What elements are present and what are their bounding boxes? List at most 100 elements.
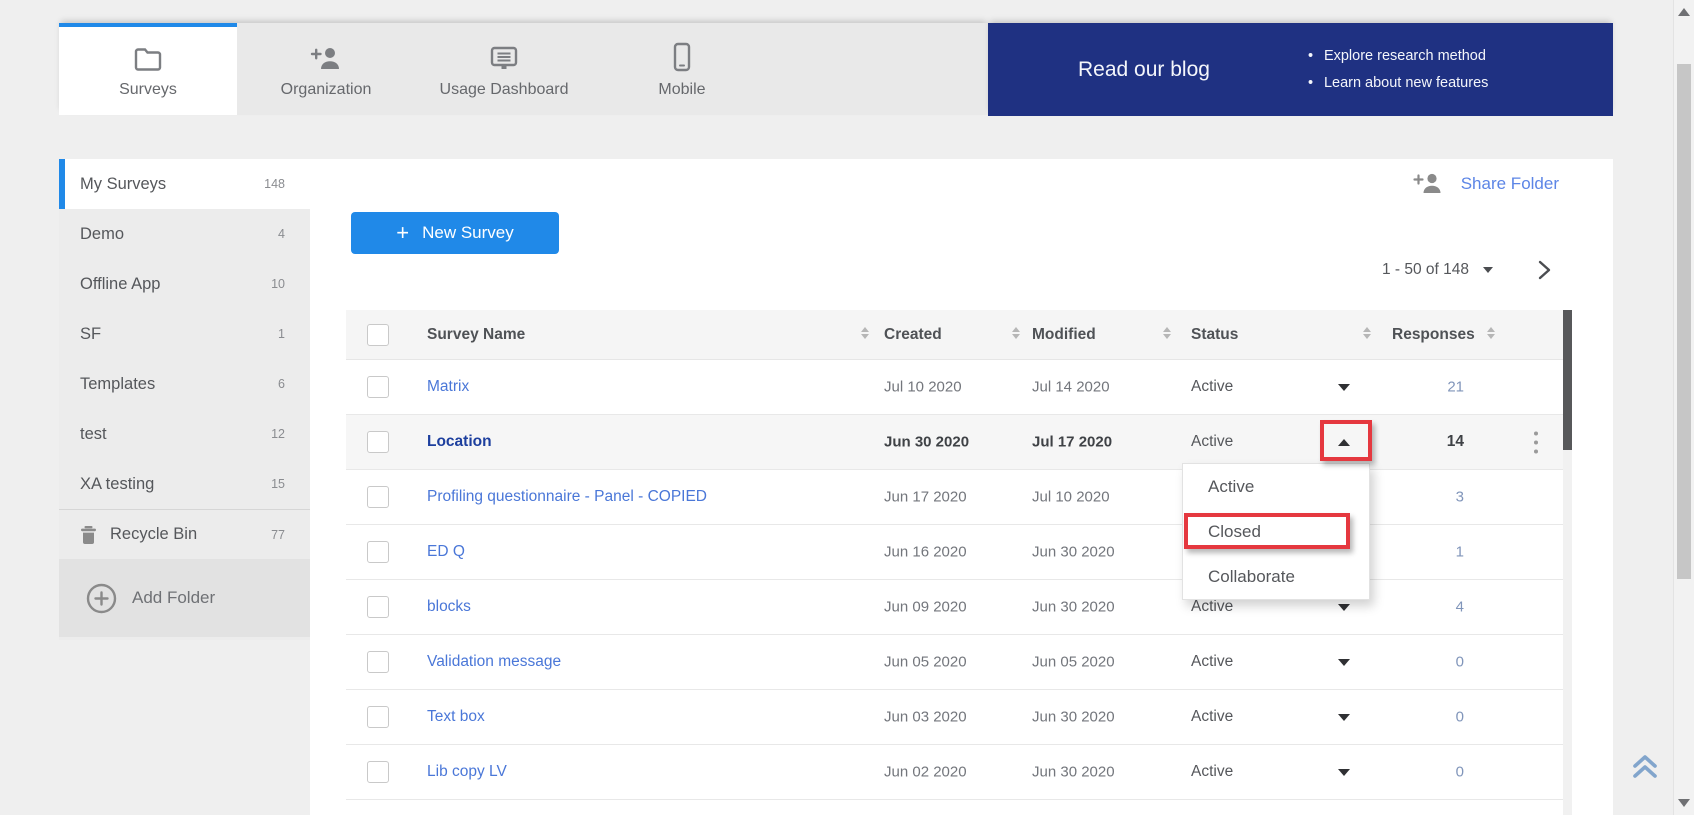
row-menu-icon[interactable] (1534, 429, 1538, 456)
pagination-caret-icon[interactable] (1483, 267, 1493, 273)
tab-mobile[interactable]: Mobile (593, 23, 771, 115)
sort-up-arrow (1163, 327, 1171, 332)
table-scrollbar-thumb[interactable] (1563, 310, 1572, 450)
banner-bullet-list: •Explore research method•Learn about new… (1308, 43, 1488, 97)
responses-count: 0 (1456, 654, 1464, 671)
table-row: Validation messageJun 05 2020Jun 05 2020… (346, 635, 1572, 690)
page-scrollbar-track[interactable] (1673, 0, 1694, 815)
top-tab-strip: Surveys Organization Usage Dashboard Mobile (59, 23, 988, 115)
person-add-icon (1412, 171, 1444, 196)
active-tab-accent-bar (59, 23, 237, 27)
person-add-icon (309, 40, 343, 72)
row-checkbox[interactable] (367, 596, 389, 618)
sort-icon[interactable] (1487, 327, 1495, 339)
survey-name-link[interactable]: Validation message (427, 653, 561, 671)
survey-name-link[interactable]: Matrix (427, 378, 469, 396)
scroll-to-top-button[interactable] (1630, 752, 1660, 787)
sidebar-item-xa-testing[interactable]: XA testing 15 (59, 459, 311, 509)
scrollbar-up-arrow-icon[interactable] (1678, 8, 1690, 16)
sort-icon[interactable] (1163, 327, 1171, 339)
surveys-dashboard-page: Surveys Organization Usage Dashboard Mobile… (0, 0, 1694, 815)
row-checkbox[interactable] (367, 706, 389, 728)
responses-count: 1 (1456, 544, 1464, 561)
column-header-responses[interactable]: Responses (1392, 310, 1475, 360)
status-value: Active (1191, 378, 1233, 396)
status-option-collaborate[interactable]: Collaborate (1183, 554, 1369, 599)
sort-icon[interactable] (861, 327, 869, 339)
select-all-checkbox[interactable] (367, 324, 389, 346)
column-header-modified[interactable]: Modified (1032, 310, 1096, 360)
status-caret-icon[interactable] (1338, 769, 1350, 776)
page-scrollbar-thumb[interactable] (1677, 64, 1691, 579)
column-header-survey-name[interactable]: Survey Name (427, 310, 525, 360)
sidebar-item-label: XA testing (80, 475, 154, 494)
modified-date: Jun 30 2020 (1032, 764, 1115, 781)
next-page-button[interactable] (1533, 258, 1555, 282)
scrollbar-down-arrow-icon[interactable] (1678, 799, 1690, 807)
sidebar-item-demo[interactable]: Demo4 (59, 209, 311, 259)
row-checkbox[interactable] (367, 541, 389, 563)
table-row: Text boxJun 03 2020Jun 30 2020Active0 (346, 690, 1572, 745)
responses-count: 4 (1456, 599, 1464, 616)
table-row: blocksJun 09 2020Jun 30 2020Active4 (346, 580, 1572, 635)
created-date: Jun 30 2020 (884, 434, 969, 451)
tab-usage-dashboard[interactable]: Usage Dashboard (415, 23, 593, 115)
row-checkbox[interactable] (367, 486, 389, 508)
sidebar-item-templates[interactable]: Templates6 (59, 359, 311, 409)
survey-name-link[interactable]: ED Q (427, 543, 465, 561)
sidebar-item-label: My Surveys (80, 175, 166, 194)
status-option-active[interactable]: Active (1183, 464, 1369, 509)
sidebar-item-my-surveys[interactable]: My Surveys148 (59, 159, 311, 209)
tab-label: Mobile (658, 81, 705, 99)
main-panel: Share Folder + New Survey 1 - 50 of 148 … (310, 159, 1613, 815)
sidebar-item-sf[interactable]: SF1 (59, 309, 311, 359)
tab-label: Organization (281, 81, 372, 99)
sidebar-item-count: 15 (271, 477, 285, 491)
survey-name-link[interactable]: Location (427, 433, 492, 451)
annotation-box-status-caret (1320, 420, 1372, 461)
responses-count: 21 (1447, 379, 1464, 396)
table-scrollbar-track[interactable] (1563, 310, 1572, 815)
sidebar-item-label: Offline App (80, 275, 160, 294)
sidebar-item-label: Recycle Bin (110, 525, 197, 544)
row-checkbox[interactable] (367, 761, 389, 783)
sort-icon[interactable] (1363, 327, 1371, 339)
survey-name-link[interactable]: Text box (427, 708, 485, 726)
new-survey-button[interactable]: + New Survey (351, 212, 559, 254)
sort-up-arrow (1012, 327, 1020, 332)
table-row: Profiling questionnaire - Panel - COPIED… (346, 470, 1572, 525)
created-date: Jun 05 2020 (884, 654, 967, 671)
row-checkbox[interactable] (367, 431, 389, 453)
trash-icon (80, 525, 97, 544)
sort-icon[interactable] (1012, 327, 1020, 339)
sidebar-item-recycle-bin[interactable]: Recycle Bin 77 (59, 509, 311, 559)
sidebar-item-test[interactable]: test12 (59, 409, 311, 459)
kebab-dot (1534, 440, 1538, 444)
survey-name-link[interactable]: blocks (427, 598, 471, 616)
row-checkbox[interactable] (367, 651, 389, 673)
annotation-box-closed-option (1184, 513, 1350, 549)
share-folder-button[interactable]: Share Folder (1412, 171, 1559, 196)
sidebar-item-label: Demo (80, 225, 124, 244)
row-checkbox[interactable] (367, 376, 389, 398)
status-caret-icon[interactable] (1338, 659, 1350, 666)
dashboard-icon (489, 40, 519, 72)
tab-organization[interactable]: Organization (237, 23, 415, 115)
modified-date: Jun 30 2020 (1032, 599, 1115, 616)
plus-circle-icon (86, 583, 117, 614)
survey-name-link[interactable]: Profiling questionnaire - Panel - COPIED (427, 488, 707, 506)
add-folder-button[interactable]: Add Folder (59, 559, 311, 637)
status-caret-icon[interactable] (1338, 714, 1350, 721)
sidebar-item-offline-app[interactable]: Offline App10 (59, 259, 311, 309)
kebab-dot (1534, 431, 1538, 435)
status-caret-icon[interactable] (1338, 604, 1350, 611)
banner-title: Read our blog (1078, 58, 1210, 82)
status-caret-icon[interactable] (1338, 384, 1350, 391)
column-header-created[interactable]: Created (884, 310, 942, 360)
tab-label: Usage Dashboard (440, 81, 569, 99)
blog-banner[interactable]: Read our blog •Explore research method•L… (988, 23, 1613, 116)
kebab-dot (1534, 449, 1538, 453)
column-header-status[interactable]: Status (1191, 310, 1238, 360)
tab-surveys[interactable]: Surveys (59, 23, 237, 115)
survey-name-link[interactable]: Lib copy LV (427, 763, 507, 781)
